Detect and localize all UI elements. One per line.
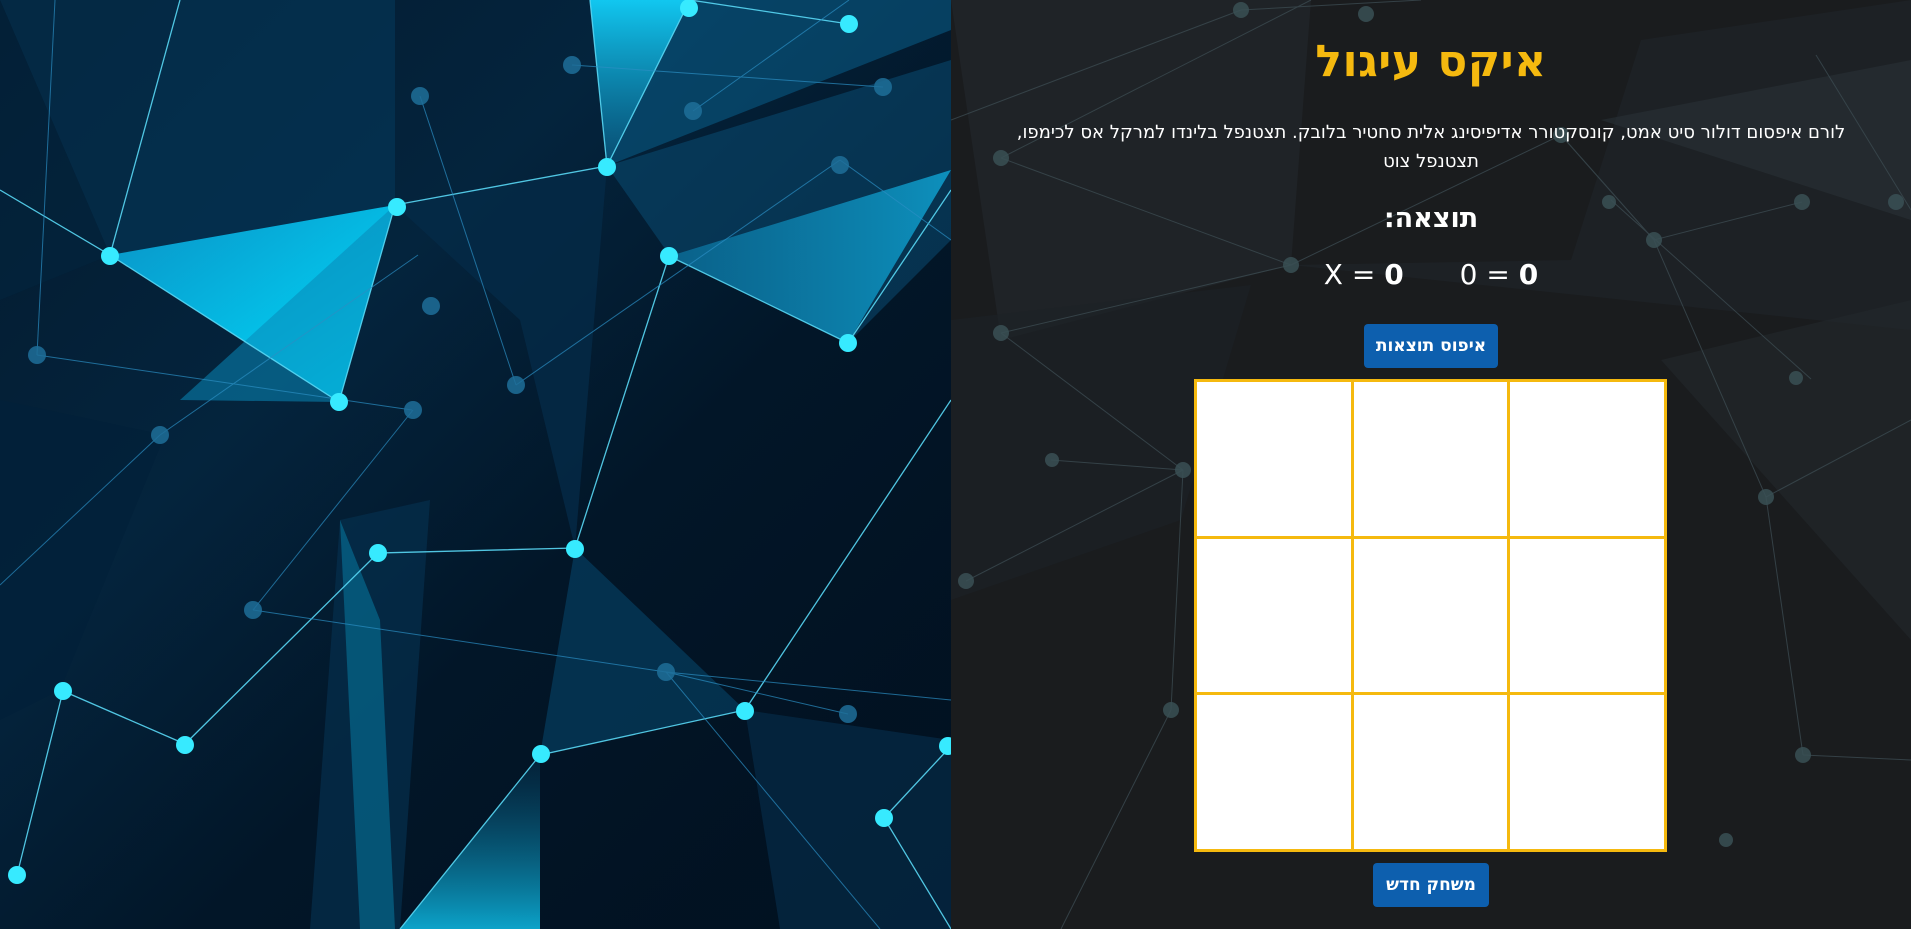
- new-game-button[interactable]: משחק חדש: [1373, 863, 1489, 907]
- game-panel: איקס עיגול לורם איפסום דולור סיט אמט, קו…: [951, 0, 1911, 929]
- network-graphic: [0, 0, 951, 929]
- scoreboard: X = 0 0 = 0: [951, 258, 1911, 291]
- board-cell-2[interactable]: [1353, 382, 1508, 536]
- board-cell-5[interactable]: [1353, 538, 1508, 693]
- score-o-label: 0 =: [1459, 258, 1510, 291]
- board-cell-3[interactable]: [1510, 382, 1664, 536]
- board-cell-8[interactable]: [1353, 695, 1508, 849]
- hero-background-image: [0, 0, 951, 929]
- game-board: [1194, 379, 1667, 852]
- game-content: איקס עיגול לורם איפסום דולור סיט אמט, קו…: [951, 0, 1911, 929]
- score-o-value: 0: [1518, 258, 1539, 291]
- score-x-label: X =: [1323, 258, 1376, 291]
- page-title: איקס עיגול: [1315, 36, 1547, 87]
- score-x-value: 0: [1384, 258, 1404, 291]
- page: איקס עיגול לורם איפסום דולור סיט אמט, קו…: [0, 0, 1911, 929]
- board-cell-6[interactable]: [1510, 538, 1664, 693]
- score-x: X = 0: [1324, 258, 1404, 291]
- score-heading: תוצאה:: [1383, 203, 1479, 234]
- game-description: לורם איפסום דולור סיט אמט, קונסקטורר אדי…: [1016, 122, 1846, 172]
- score-o: 0 = 0: [1460, 258, 1539, 291]
- board-cell-1[interactable]: [1197, 382, 1351, 536]
- board-cell-7[interactable]: [1197, 695, 1351, 849]
- board-cell-9[interactable]: [1510, 695, 1664, 849]
- reset-score-button[interactable]: איפוס תוצאות: [1364, 324, 1498, 368]
- board-cell-4[interactable]: [1197, 538, 1351, 693]
